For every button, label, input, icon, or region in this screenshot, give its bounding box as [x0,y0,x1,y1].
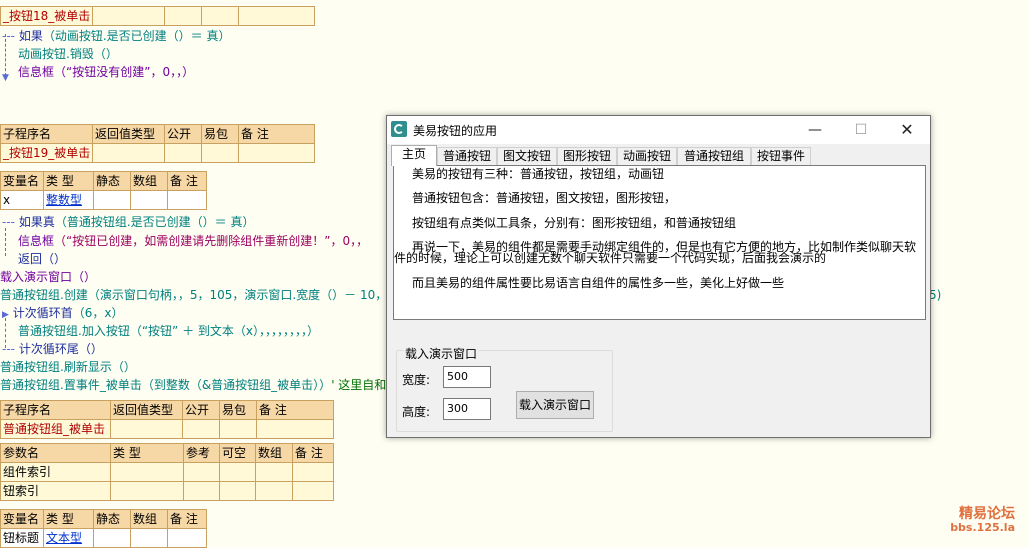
loop-end-keyword: 计次循环尾 [18,342,79,356]
header-cell: 公开 [164,124,202,144]
header-cell: 参数名 [0,443,111,463]
header-cell: 返回值类型 [92,124,165,144]
msgbox-fn: 信息框 [18,65,55,79]
header-cell: 参考 [183,443,220,463]
sub18-row: _按钮18_被单击 [0,6,315,26]
loop-args: （6，x） [72,306,124,320]
header-cell: 变量名 [0,171,44,191]
code-line-msgbox[interactable]: 信息框（“按钮没有创建”，0，，） [18,63,194,81]
sub19-name[interactable]: _按钮19_被单击 [0,143,93,163]
watermark-title: 精易论坛 [959,506,1015,522]
header-cell: 备 注 [256,400,334,420]
height-label: 高度: [402,405,431,419]
code-line-loop-end[interactable]: --- 计次循环尾（） [2,340,103,358]
header-cell: 备 注 [167,509,207,529]
sub19-table: 子程序名 返回值类型 公开 易包 备 注 _按钮19_被单击 [0,124,315,163]
tab-graphic-button[interactable]: 图形按钮 [557,147,617,165]
msgbox-args: （“按钮已创建，如需创建请先删除组件重新创建！”，0，， [54,234,369,248]
set-event-comment: ' 这里自和 [331,378,387,392]
header-cell: 易包 [201,124,239,144]
ifreal-condition: （普通按钮组.是否已创建（）＝ 真） [54,215,255,229]
header-cell: 备 注 [238,124,315,144]
panel-text-2: 普通按钮包含：普通按钮，图文按钮，图形按钮， [412,191,677,205]
panel-text-1: 美易的按钮有三种：普通按钮，按钮组，动画钮 [412,167,665,181]
header-cell: 返回值类型 [110,400,183,420]
app-icon [391,121,407,137]
title-bar[interactable]: 美易按钮的应用 — ☐ ✕ [387,116,930,144]
minimize-button[interactable]: — [792,116,838,144]
var-type[interactable]: 整数型 [43,190,94,210]
msgbox-args: （“按钮没有创建”，0，，） [54,65,195,79]
demo-window: 美易按钮的应用 — ☐ ✕ 主页 普通按钮 图文按钮 图形按钮 动画按钮 普通按… [386,115,931,438]
code-line-msgbox2[interactable]: 信息框（“按钮已创建，如需创建请先删除组件重新创建！”，0，， [18,232,368,250]
code-line-add-button[interactable]: 普通按钮组.加入按钮（“按钮” ＋ 到文本（x），，，，，，，，） [18,322,319,340]
panel-text-4b: 件的时候，理论上可以创建无数个聊天软件只需要一个代码实现，后面我会演示的 [394,251,827,265]
var-type[interactable]: 文本型 [43,528,94,548]
tab-animated-button[interactable]: 动画按钮 [617,147,677,165]
var-name[interactable]: 钮标题 [0,528,44,548]
tab-button-group[interactable]: 普通按钮组 [677,147,751,165]
header-cell: 数组 [130,509,168,529]
header-cell: 类 型 [110,443,184,463]
tab-image-text-button[interactable]: 图文按钮 [497,147,557,165]
tab-normal-button[interactable]: 普通按钮 [437,147,497,165]
subclick-var-table: 变量名 类 型 静态 数组 备 注 钮标题 文本型 [0,509,207,548]
code-line-loop-start[interactable]: ▶ 计次循环首（6，x） [2,304,124,322]
header-cell: 数组 [255,443,293,463]
panel-text-5: 而且美易的组件属性要比易语言自组件的属性多一些，美化上好做一些 [412,276,785,290]
sub19-var-table: 变量名 类 型 静态 数组 备 注 x 整数型 [0,171,207,210]
loop-end-args: （） [78,342,103,356]
header-cell: 静态 [93,509,131,529]
param-name[interactable]: 钮索引 [0,481,111,501]
width-input[interactable] [443,366,491,388]
code-line-set-event[interactable]: 普通按钮组.置事件_被单击（到整数（&普通按钮组_被单击））' 这里自和 [0,376,386,394]
header-cell: 易包 [219,400,257,420]
set-event-call: 普通按钮组.置事件_被单击（到整数（&普通按钮组_被单击）） [0,378,332,392]
code-line-create[interactable]: 普通按钮组.创建（演示窗口句柄，，5，105，演示窗口.宽度（）－ 10， [0,286,387,304]
subclick-name[interactable]: 普通按钮组_被单击 [0,419,111,439]
header-cell: 类 型 [43,171,94,191]
code-line-destroy[interactable]: 动画按钮.销毁（） [18,45,118,63]
if-condition: （动画按钮.是否已创建（）＝ 真） [42,29,231,43]
header-cell: 备 注 [167,171,207,191]
sub18-name[interactable]: _按钮18_被单击 [0,6,93,26]
var-name[interactable]: x [0,190,44,210]
header-cell: 备 注 [292,443,334,463]
flow-arrow-icon: ▼ [2,73,9,83]
ifreal-keyword: 如果真 [18,215,55,229]
header-cell: 变量名 [0,509,44,529]
header-cell: 可空 [219,443,256,463]
maximize-button[interactable]: ☐ [838,116,884,144]
if-keyword: 如果 [18,29,43,43]
header-cell: 子程序名 [0,400,111,420]
tab-button-events[interactable]: 按钮事件 [751,147,811,165]
window-title: 美易按钮的应用 [413,124,498,138]
header-cell: 数组 [130,171,168,191]
panel-text-3: 按钮组有点类似工具条，分别有：图形按钮组，和普通按钮组 [412,216,737,230]
header-cell: 子程序名 [0,124,93,144]
code-line-refresh[interactable]: 普通按钮组.刷新显示（） [0,358,136,376]
width-label: 宽度: [402,373,431,387]
group-title: 载入演示窗口 [403,347,480,361]
tab-home[interactable]: 主页 [391,145,437,166]
code-line-return[interactable]: 返回（） [18,250,66,268]
header-cell: 公开 [182,400,220,420]
loop-keyword: 计次循环首 [12,306,73,320]
code-line-if[interactable]: --- 如果（动画按钮.是否已创建（）＝ 真） [2,27,230,45]
header-cell: 静态 [93,171,131,191]
subclick-table: 子程序名 返回值类型 公开 易包 备 注 普通按钮组_被单击 [0,400,334,439]
code-line-load[interactable]: 载入演示窗口（） [0,268,96,286]
load-demo-button[interactable]: 载入演示窗口 [516,391,594,419]
home-panel: 美易的按钮有三种：普通按钮，按钮组，动画钮 普通按钮包含：普通按钮，图文按钮，图… [393,165,926,320]
watermark-url: bbs.125.la [950,521,1015,534]
code-line-ifreal[interactable]: --- 如果真（普通按钮组.是否已创建（）＝ 真） [2,213,254,231]
header-cell: 类 型 [43,509,94,529]
param-table: 参数名 类 型 参考 可空 数组 备 注 组件索引 钮索引 [0,443,334,501]
param-name[interactable]: 组件索引 [0,462,111,482]
height-input[interactable] [443,398,491,420]
msgbox-fn: 信息框 [18,234,55,248]
close-button[interactable]: ✕ [884,116,930,144]
